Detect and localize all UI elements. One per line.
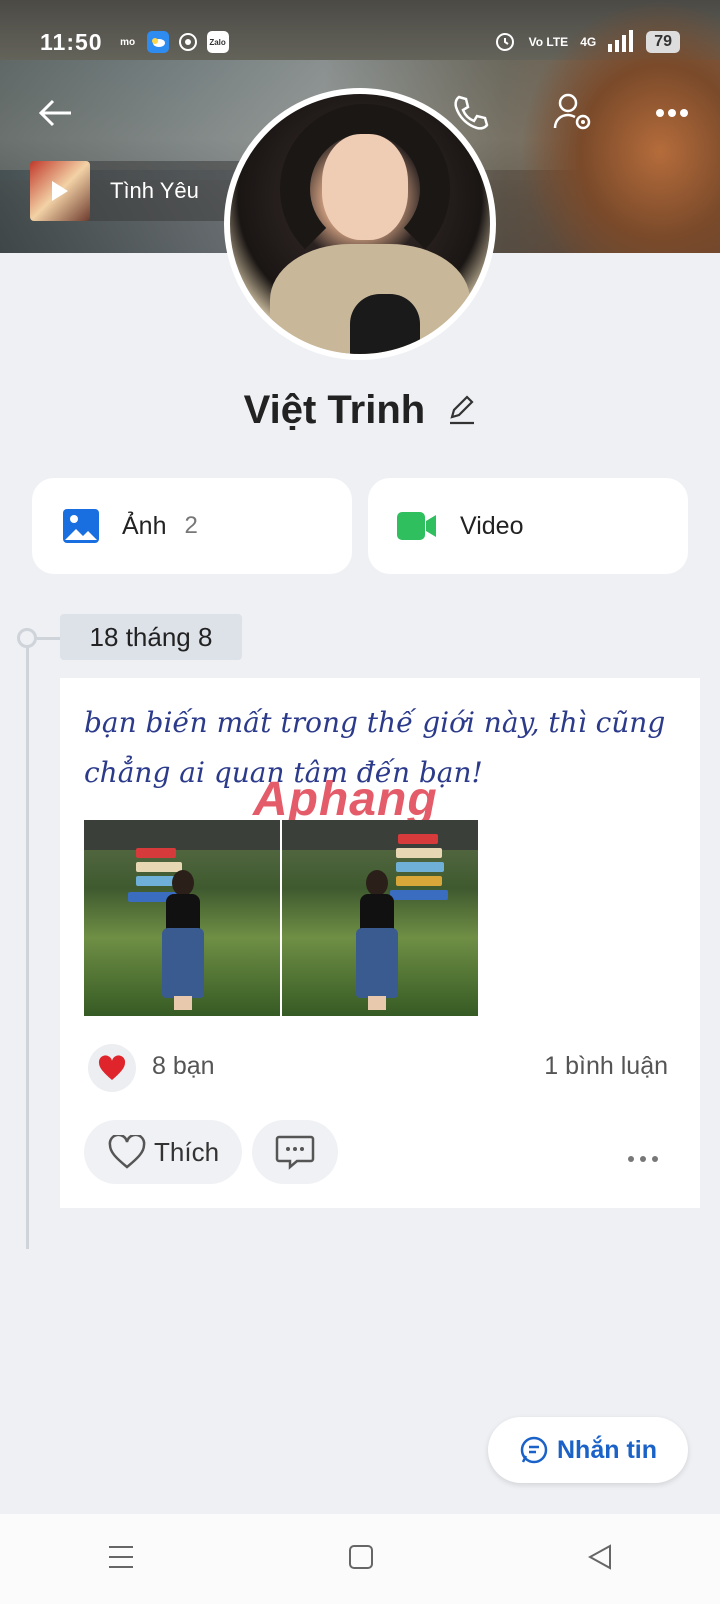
alarm-icon bbox=[493, 29, 517, 56]
post-card[interactable]: bạn biến mất trong thế giới này, thì cũn… bbox=[60, 678, 700, 1208]
status-time: 11:50 bbox=[40, 28, 103, 55]
photo-sign bbox=[390, 890, 448, 900]
signal-label: 4G bbox=[580, 35, 597, 49]
menu-icon bbox=[108, 1545, 133, 1568]
timeline-line bbox=[26, 637, 29, 1249]
watermark: Aphang bbox=[253, 773, 438, 826]
system-nav-bar bbox=[0, 1514, 720, 1604]
timeline-connector bbox=[36, 637, 60, 640]
photo-person bbox=[162, 870, 204, 1010]
signal-icon bbox=[608, 29, 634, 55]
timeline-dot bbox=[17, 628, 37, 648]
photo-sign bbox=[396, 862, 444, 872]
weather-icon bbox=[146, 31, 169, 53]
videos-card[interactable]: Video bbox=[368, 478, 688, 574]
home-square-icon bbox=[348, 1544, 373, 1569]
phone-icon bbox=[454, 95, 489, 130]
battery-level: 79 bbox=[646, 31, 680, 53]
photo-sign bbox=[396, 876, 442, 886]
play-icon bbox=[52, 181, 68, 201]
back-button[interactable] bbox=[30, 90, 80, 136]
mo-icon: mo bbox=[120, 36, 136, 48]
photo-roof bbox=[282, 820, 478, 850]
more-options-button[interactable] bbox=[647, 90, 697, 136]
music-thumbnail bbox=[30, 161, 90, 221]
photo-icon bbox=[63, 509, 99, 543]
heart-icon bbox=[98, 1055, 126, 1080]
photo-person bbox=[356, 870, 398, 1010]
photo-roof bbox=[84, 820, 280, 850]
heart-outline-icon bbox=[108, 1135, 146, 1169]
volte-label: Vo LTE bbox=[528, 35, 569, 49]
like-label: Thích bbox=[154, 1136, 220, 1167]
menu-nav-button[interactable] bbox=[108, 1545, 134, 1574]
profile-name-text: Việt Trinh bbox=[243, 388, 426, 432]
profile-name: Việt Trinh bbox=[0, 388, 720, 435]
photos-label: Ảnh bbox=[122, 511, 167, 540]
music-title: Tình Yêu bbox=[110, 178, 199, 203]
status-app-icons: mo Zalo bbox=[117, 31, 229, 53]
message-button[interactable]: Nhắn tin bbox=[488, 1417, 688, 1483]
zalo-icon: Zalo bbox=[206, 31, 229, 53]
more-dots-icon bbox=[656, 109, 688, 117]
photo-sign bbox=[136, 848, 176, 858]
edit-name-button[interactable] bbox=[448, 390, 476, 435]
like-button[interactable]: Thích bbox=[84, 1120, 242, 1184]
post-photo-2[interactable] bbox=[282, 820, 478, 1016]
post-photo-1[interactable] bbox=[84, 820, 280, 1016]
message-label: Nhắn tin bbox=[557, 1435, 657, 1464]
profile-settings-button[interactable] bbox=[548, 90, 598, 136]
back-triangle-icon bbox=[588, 1543, 612, 1570]
photo-sign bbox=[398, 834, 438, 844]
reaction-count[interactable]: 8 bạn bbox=[152, 1052, 215, 1081]
video-camera-icon bbox=[397, 512, 436, 540]
status-bar: 11:50 mo Zalo Vo LTE 4G 79 bbox=[40, 22, 680, 62]
avatar-top bbox=[350, 294, 420, 354]
videos-label: Video bbox=[460, 511, 524, 540]
photos-card[interactable]: Ảnh 2 bbox=[32, 478, 352, 574]
comment-count[interactable]: 1 bình luận bbox=[544, 1052, 668, 1081]
comment-icon bbox=[275, 1135, 315, 1170]
post-more-button[interactable] bbox=[626, 1138, 660, 1172]
comment-button[interactable] bbox=[252, 1120, 338, 1184]
pencil-icon bbox=[450, 395, 475, 425]
more-dots-icon bbox=[628, 1156, 658, 1162]
avatar[interactable] bbox=[224, 88, 496, 360]
chrome-icon bbox=[177, 31, 199, 53]
user-settings-icon bbox=[553, 93, 591, 130]
reaction-button[interactable] bbox=[88, 1044, 136, 1092]
home-nav-button[interactable] bbox=[348, 1544, 373, 1574]
post-date: 18 tháng 8 bbox=[60, 614, 242, 660]
photos-count: 2 bbox=[184, 512, 198, 539]
photo-sign bbox=[396, 848, 442, 858]
back-nav-button[interactable] bbox=[588, 1543, 612, 1575]
status-right: Vo LTE 4G 79 bbox=[493, 29, 680, 56]
avatar-face bbox=[322, 134, 408, 240]
back-arrow-icon bbox=[38, 99, 71, 127]
chat-icon bbox=[520, 1436, 548, 1464]
